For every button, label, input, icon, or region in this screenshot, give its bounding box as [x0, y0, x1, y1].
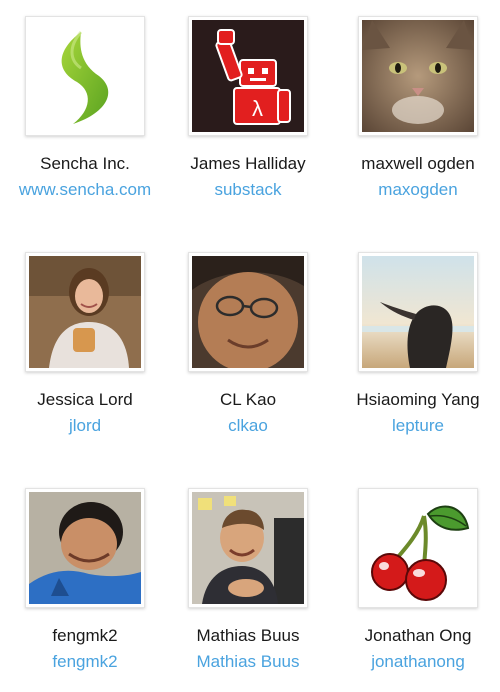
avatar[interactable] — [25, 488, 145, 608]
contributor-name: Sencha Inc. — [40, 154, 130, 173]
person-photo — [29, 256, 141, 368]
contributor-handle-link[interactable]: jonathanong — [371, 652, 465, 672]
avatar[interactable]: λ — [188, 16, 308, 136]
avatar[interactable] — [25, 252, 145, 372]
beach-photo — [362, 256, 474, 368]
person-photo — [192, 492, 304, 604]
contributor-handle-link[interactable]: clkao — [228, 416, 268, 436]
contributor-name: fengmk2 — [52, 626, 118, 645]
contributor-handle-link[interactable]: www.sencha.com — [19, 180, 151, 200]
contributor-handle-link[interactable]: fengmk2 — [52, 652, 117, 672]
contributors-grid: Sencha Inc. www.sencha.com λ James Halli… — [0, 0, 500, 692]
avatar[interactable] — [188, 488, 308, 608]
contributor-name: Jessica Lord — [37, 390, 133, 409]
contributor-card: Sencha Inc. www.sencha.com — [0, 16, 170, 200]
avatar[interactable] — [358, 16, 478, 136]
contributor-card: maxwell ogden maxogden — [333, 16, 500, 200]
avatar[interactable] — [358, 488, 478, 608]
contributor-card: Mathias Buus Mathias Buus — [163, 488, 333, 672]
contributor-name: maxwell ogden — [361, 154, 475, 173]
contributor-handle-link[interactable]: lepture — [392, 416, 444, 436]
contributor-name: James Halliday — [190, 154, 306, 173]
contributor-card: λ James Halliday substack — [163, 16, 333, 200]
contributor-name: Hsiaoming Yang — [356, 390, 480, 409]
contributor-handle-link[interactable]: Mathias Buus — [197, 652, 300, 672]
avatar[interactable] — [188, 252, 308, 372]
cherries-icon — [362, 492, 474, 604]
contributor-name: Jonathan Ong — [364, 626, 472, 645]
contributor-card: CL Kao clkao — [163, 252, 333, 436]
person-photo — [192, 256, 304, 368]
contributor-handle-link[interactable]: substack — [214, 180, 281, 200]
sencha-logo-icon — [29, 20, 141, 132]
contributor-handle-link[interactable]: jlord — [69, 416, 101, 436]
contributor-name: Mathias Buus — [196, 626, 300, 645]
contributor-card: Hsiaoming Yang lepture — [333, 252, 500, 436]
avatar[interactable] — [358, 252, 478, 372]
contributor-handle-link[interactable]: maxogden — [378, 180, 457, 200]
avatar[interactable] — [25, 16, 145, 136]
person-photo — [29, 492, 141, 604]
contributor-card: Jonathan Ong jonathanong — [333, 488, 500, 672]
cat-photo — [362, 20, 474, 132]
contributor-card: Jessica Lord jlord — [0, 252, 170, 436]
robot-avatar: λ — [192, 20, 304, 132]
contributor-name: CL Kao — [219, 390, 277, 409]
svg-text:λ: λ — [252, 96, 263, 121]
contributor-card: fengmk2 fengmk2 — [0, 488, 170, 672]
